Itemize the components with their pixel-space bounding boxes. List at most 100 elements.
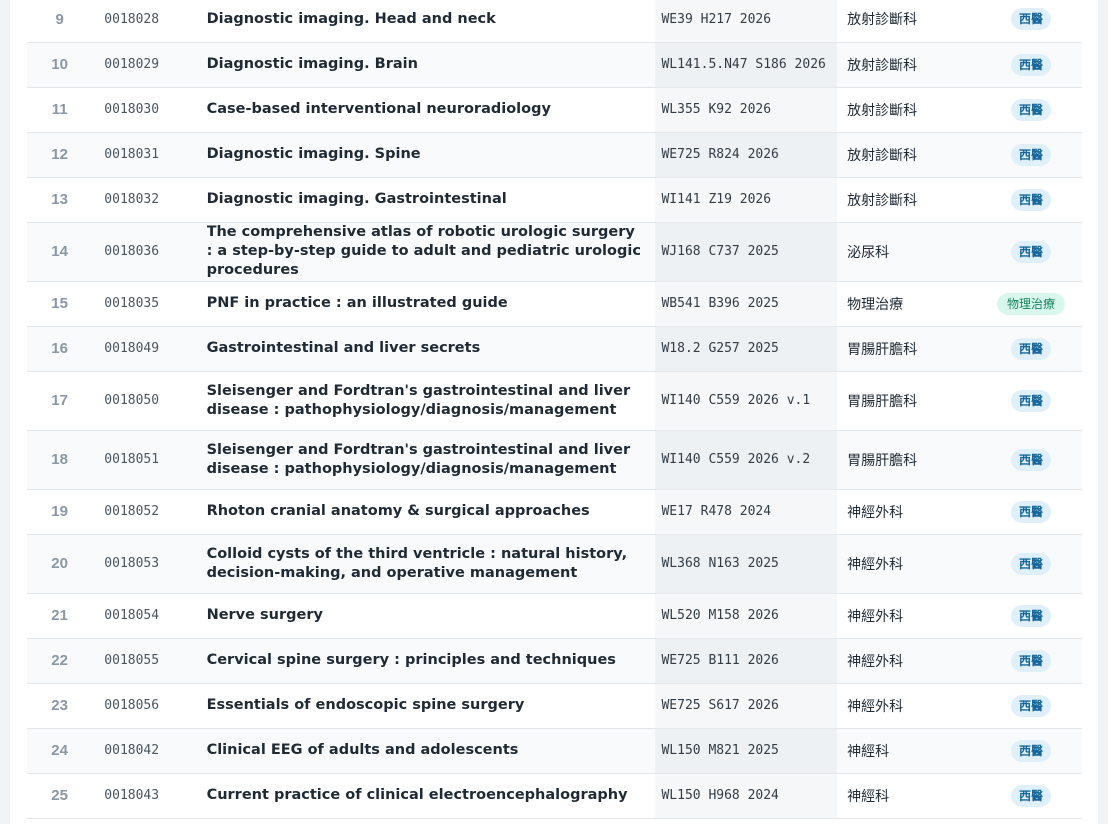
category-cell: 西醫: [979, 638, 1082, 684]
category-badge: 西醫: [1010, 552, 1051, 575]
table-row[interactable]: 14 0018036 The comprehensive atlas of robo…: [27, 222, 1082, 282]
category-cell: 西醫: [979, 326, 1082, 372]
call-number-cell: WI141 Z19 2026: [655, 177, 838, 223]
book-id-cell: 0018043: [92, 773, 207, 819]
book-id-cell: 0018051: [92, 430, 207, 490]
category-cell: 西醫: [979, 0, 1082, 43]
department-cell: 神經外科: [837, 683, 980, 729]
row-number-cell: 12: [27, 132, 93, 178]
department-cell: 神經外科: [837, 489, 980, 535]
category-badge: 西醫: [1010, 8, 1051, 31]
category-cell: 西醫: [979, 430, 1082, 490]
category-badge: 西醫: [1010, 649, 1051, 672]
book-id-cell: 0018028: [92, 0, 207, 43]
book-title-cell: Cervical spine surgery : principles and …: [206, 638, 656, 684]
book-title-cell: Diagnostic imaging. Gastrointestinal: [206, 177, 656, 223]
call-number-cell: WI140 C559 2026 v.2: [655, 430, 838, 490]
row-number-cell: 20: [27, 534, 93, 594]
book-title-cell: Clinical EEG of adults and adolescents: [206, 728, 656, 774]
call-number-cell: WJ168 C737 2025: [655, 222, 838, 282]
department-cell: 胃腸肝膽科: [837, 371, 980, 431]
department-cell: 物理治療: [837, 281, 980, 327]
call-number-cell: WE17 R478 2024: [655, 489, 838, 535]
call-number-cell: WL520 M158 2026: [655, 593, 838, 639]
call-number-cell: WL150 H968 2024: [655, 773, 838, 819]
book-id-cell: 0018053: [92, 534, 207, 594]
table-row[interactable]: 12 0018031 Diagnostic imaging. Spine WE725 …: [27, 132, 1082, 178]
book-title-cell: Diagnostic imaging. Spine: [206, 132, 656, 178]
table-row[interactable]: 15 0018035 PNF in practice : an illustrate…: [27, 281, 1082, 327]
book-title-cell: Case-based interventional neuroradiology: [206, 87, 656, 133]
category-badge: 西醫: [1010, 694, 1051, 717]
department-cell: 放射診斷科: [837, 0, 980, 43]
book-title-cell: Essentials of endoscopic spine surgery: [206, 683, 656, 729]
table-row[interactable]: 11 0018030 Case-based interventional neuro…: [27, 87, 1082, 133]
row-number-cell: 14: [27, 222, 93, 282]
department-cell: 神經科: [837, 728, 980, 774]
department-cell: 放射診斷科: [837, 132, 980, 178]
row-number-cell: 16: [27, 326, 93, 372]
category-cell: 西醫: [979, 683, 1082, 729]
table-row[interactable]: 13 0018032 Diagnostic imaging. Gastrointes…: [27, 177, 1082, 223]
book-id-cell: 0018049: [92, 326, 207, 372]
book-id-cell: 0018031: [92, 132, 207, 178]
book-title-cell: Colloid cysts of the third ventricle : n…: [206, 534, 656, 594]
row-number-cell: 9: [27, 0, 93, 43]
category-cell: 西醫: [979, 87, 1082, 133]
row-number-cell: 13: [27, 177, 93, 223]
table-row[interactable]: 10 0018029 Diagnostic imaging. Brain WL141.…: [27, 42, 1082, 88]
call-number-cell: WL141.5.N47 S186 2026: [655, 42, 838, 88]
category-cell: 西醫: [979, 132, 1082, 178]
table-row[interactable]: 16 0018049 Gastrointestinal and liver secr…: [27, 326, 1082, 372]
table-row[interactable]: 25 0018043 Current practice of clinical el…: [27, 773, 1082, 819]
table-row[interactable]: 21 0018054 Nerve surgery WL520 M158 2026 神經外…: [27, 593, 1082, 639]
book-id-cell: 0018029: [92, 42, 207, 88]
book-title-cell: Current practice of clinical electroence…: [206, 773, 656, 819]
book-title-cell: Sleisenger and Fordtran's gastrointestin…: [206, 430, 656, 490]
book-title-cell: Diagnostic imaging. Head and neck: [206, 0, 656, 43]
book-title-cell: Rhoton cranial anatomy & surgical approa…: [206, 489, 656, 535]
department-cell: 神經外科: [837, 638, 980, 684]
book-title-cell: Diagnostic imaging. Brain: [206, 42, 656, 88]
row-number-cell: 18: [27, 430, 93, 490]
department-cell: 胃腸肝膽科: [837, 430, 980, 490]
table-panel: 9 0018028 Diagnostic imaging. Head and nec…: [10, 0, 1098, 824]
book-id-cell: 0018036: [92, 222, 207, 282]
table-row[interactable]: 19 0018052 Rhoton cranial anatomy & surgic…: [27, 489, 1082, 535]
page-viewport: 9 0018028 Diagnostic imaging. Head and nec…: [0, 0, 1108, 824]
table-row[interactable]: 24 0018042 Clinical EEG of adults and adol…: [27, 728, 1082, 774]
call-number-cell: WE39 H217 2026: [655, 0, 838, 43]
book-id-cell: 0018056: [92, 683, 207, 729]
department-cell: 放射診斷科: [837, 177, 980, 223]
department-cell: 胃腸肝膽科: [837, 326, 980, 372]
category-badge: 西醫: [1010, 143, 1051, 166]
call-number-cell: WL150 M821 2025: [655, 728, 838, 774]
book-title-cell: Nerve surgery: [206, 593, 656, 639]
category-badge: 西醫: [1010, 337, 1051, 360]
category-badge: 西醫: [1010, 448, 1051, 471]
category-badge: 物理治療: [996, 292, 1065, 315]
table-row[interactable]: 20 0018053 Colloid cysts of the third vent…: [27, 534, 1082, 594]
category-badge: 西醫: [1010, 188, 1051, 211]
department-cell: 神經科: [837, 773, 980, 819]
table-row[interactable]: 23 0018056 Essentials of endoscopic spine …: [27, 683, 1082, 729]
row-number-cell: 11: [27, 87, 93, 133]
category-badge: 西醫: [1010, 784, 1051, 807]
category-cell: 西醫: [979, 371, 1082, 431]
category-badge: 西醫: [1010, 604, 1051, 627]
book-id-cell: 0018050: [92, 371, 207, 431]
row-number-cell: 19: [27, 489, 93, 535]
row-number-cell: 10: [27, 42, 93, 88]
call-number-cell: WI140 C559 2026 v.1: [655, 371, 838, 431]
table-row[interactable]: 22 0018055 Cervical spine surgery : princi…: [27, 638, 1082, 684]
call-number-cell: WL355 K92 2026: [655, 87, 838, 133]
department-cell: 神經外科: [837, 593, 980, 639]
table-row[interactable]: 18 0018051 Sleisenger and Fordtran's gastr…: [27, 430, 1082, 490]
book-id-cell: 0018055: [92, 638, 207, 684]
table-row[interactable]: 17 0018050 Sleisenger and Fordtran's gastr…: [27, 371, 1082, 431]
table-row[interactable]: 9 0018028 Diagnostic imaging. Head and nec…: [27, 0, 1082, 43]
category-badge: 西醫: [1010, 98, 1051, 121]
book-title-cell: Sleisenger and Fordtran's gastrointestin…: [206, 371, 656, 431]
department-cell: 泌尿科: [837, 222, 980, 282]
category-cell: 西醫: [979, 489, 1082, 535]
